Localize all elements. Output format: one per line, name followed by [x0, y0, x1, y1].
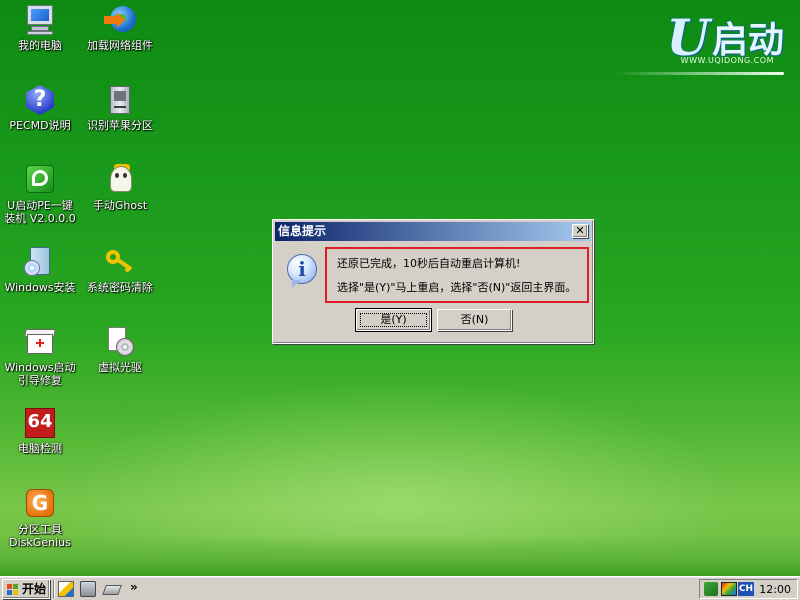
- focus-ring: [360, 313, 427, 327]
- desktop-grass: [0, 536, 800, 576]
- key-icon: [104, 246, 136, 278]
- quicklaunch-printer-icon[interactable]: [80, 581, 96, 597]
- system-tray: CH 12:00: [699, 579, 798, 599]
- desktop-icon-label: 系统密码清除: [87, 281, 153, 294]
- logo-url: WWW.UQIDONG.COM: [680, 56, 774, 65]
- disk-icon: [104, 84, 136, 116]
- desktop-icon-apple-partition[interactable]: 识别苹果分区: [80, 84, 160, 132]
- desktop-icon-diskgenius[interactable]: G 分区工具 DiskGenius: [0, 488, 80, 549]
- quicklaunch-more-chevron[interactable]: »: [130, 580, 138, 594]
- taskbar-separator: [53, 580, 55, 598]
- desktop-icon-label: 手动Ghost: [92, 199, 148, 212]
- diskgenius-icon: G: [24, 488, 56, 520]
- desktop-icon-password-clear[interactable]: 系统密码清除: [80, 246, 160, 294]
- desktop-icon-pc-check[interactable]: 64 电脑检测: [0, 407, 80, 455]
- desktop-icon-windows-setup[interactable]: Windows安装: [0, 246, 80, 294]
- desktop-icon-manual-ghost[interactable]: 手动Ghost: [80, 164, 160, 212]
- desktop-icon-label: 加载网络组件: [87, 39, 153, 52]
- desktop-icon-label: 电脑检测: [18, 442, 62, 455]
- brand-logo: U 启动 WWW.UQIDONG.COM: [614, 8, 784, 76]
- desktop-icon-label-line2: 引导修复: [18, 374, 62, 387]
- quicklaunch-explorer-icon[interactable]: [58, 581, 74, 597]
- desktop-icon-label: Windows安装: [4, 281, 76, 294]
- taskbar-clock[interactable]: 12:00: [759, 582, 791, 598]
- desktop-icon-label: PECMD说明: [9, 119, 71, 132]
- desktop-icon-label-line2: DiskGenius: [9, 536, 71, 549]
- message-highlight-box: 还原已完成，10秒后自动重启计算机! 选择"是(Y)"马上重启，选择"否(N)"…: [325, 247, 589, 303]
- taskbar: 开始 » CH 12:00: [0, 576, 800, 600]
- yes-button[interactable]: 是(Y): [355, 308, 432, 332]
- aida64-icon: 64: [24, 407, 56, 439]
- dialog-titlebar[interactable]: 信息提示 ✕: [275, 222, 591, 241]
- desktop-icon-upe-installer[interactable]: U启动PE一键 装机 V2.0.0.0: [0, 164, 80, 225]
- info-dialog: 信息提示 ✕ i 还原已完成，10秒后自动重启计算机! 选择"是(Y)"马上重启…: [272, 219, 594, 344]
- network-icon: [104, 4, 136, 36]
- virtual-cd-icon: [104, 326, 136, 358]
- desktop-icon-label-line2: 装机 V2.0.0.0: [4, 212, 76, 225]
- desktop-icon-boot-repair[interactable]: Windows启动 引导修复: [0, 326, 80, 387]
- windows-setup-icon: [24, 246, 56, 278]
- computer-icon: [24, 4, 56, 36]
- start-label: 开始: [22, 582, 47, 596]
- desktop-icon-label: 分区工具: [18, 523, 62, 536]
- info-icon: i: [287, 254, 317, 288]
- quicklaunch-eraser-icon[interactable]: [102, 585, 122, 595]
- desktop-icon-label: U启动PE一键: [7, 199, 73, 212]
- help-icon: ?: [24, 84, 56, 116]
- desktop-icon-virtual-cd[interactable]: 虚拟光驱: [80, 326, 160, 374]
- tray-display-icon[interactable]: [721, 582, 737, 596]
- logo-u-glyph: U: [666, 8, 710, 67]
- tray-language-indicator[interactable]: CH: [738, 582, 754, 596]
- no-button[interactable]: 否(N): [437, 309, 512, 331]
- close-button[interactable]: ✕: [572, 224, 588, 238]
- logo-underline: [614, 72, 784, 75]
- upe-installer-icon: [24, 164, 56, 196]
- no-button-label: 否(N): [460, 313, 489, 326]
- toolbox-icon: [24, 326, 56, 358]
- desktop-icon-label: 我的电脑: [18, 39, 62, 52]
- tray-network-icon[interactable]: [704, 582, 718, 596]
- desktop-icon-my-computer[interactable]: 我的电脑: [0, 4, 80, 52]
- desktop-glow: [0, 360, 800, 560]
- start-button[interactable]: 开始: [2, 579, 50, 599]
- desktop-icon-label: 虚拟光驱: [98, 361, 142, 374]
- dialog-message-line1: 还原已完成，10秒后自动重启计算机!: [337, 257, 521, 270]
- desktop-icon-load-network[interactable]: 加载网络组件: [80, 4, 160, 52]
- desktop-icon-label: Windows启动: [4, 361, 76, 374]
- windows-logo-icon: [7, 584, 19, 595]
- dialog-message-line2: 选择"是(Y)"马上重启，选择"否(N)"返回主界面。: [337, 281, 577, 294]
- desktop-icon-label: 识别苹果分区: [87, 119, 153, 132]
- ghost-icon: [104, 164, 136, 196]
- dialog-title: 信息提示: [278, 224, 327, 238]
- desktop-icon-pecmd-help[interactable]: ? PECMD说明: [0, 84, 80, 132]
